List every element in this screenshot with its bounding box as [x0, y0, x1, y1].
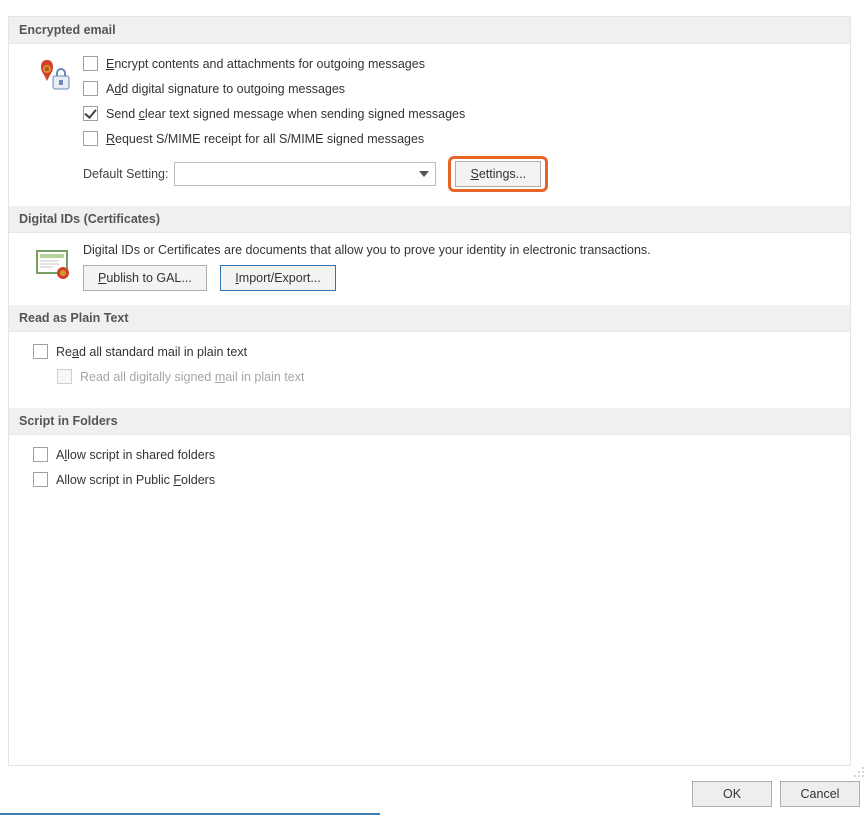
ok-button[interactable]: OK — [692, 781, 772, 807]
import-export-button[interactable]: Import/Export... — [220, 265, 335, 291]
default-setting-combo[interactable] — [174, 162, 436, 186]
checkbox-read-plain[interactable]: Read all standard mail in plain text — [33, 344, 836, 359]
checkbox-read-signed-plain: Read all digitally signed mail in plain … — [57, 369, 836, 384]
checkbox-script-public-input[interactable] — [33, 472, 48, 487]
checkbox-add-signature-input[interactable] — [83, 81, 98, 96]
settings-button[interactable]: Settings... — [455, 161, 541, 187]
cb-encrypt-text: ncrypt contents and attachments for outg… — [114, 57, 425, 71]
checkbox-read-plain-input[interactable] — [33, 344, 48, 359]
checkbox-script-shared-input[interactable] — [33, 447, 48, 462]
resize-grip-icon — [852, 765, 866, 779]
dialog-footer: OK Cancel — [692, 781, 860, 807]
digitalids-description: Digital IDs or Certificates are document… — [83, 243, 836, 257]
checkbox-encrypt-contents-input[interactable] — [83, 56, 98, 71]
section-header-plaintext: Read as Plain Text — [9, 305, 850, 332]
publish-to-gal-button[interactable]: Publish to GAL... — [83, 265, 207, 291]
ribbon-lock-icon — [23, 54, 83, 96]
checkbox-encrypt-contents[interactable]: Encrypt contents and attachments for out… — [83, 56, 836, 71]
default-setting-label: Default Setting: — [83, 167, 168, 181]
section-header-digitalids: Digital IDs (Certificates) — [9, 206, 850, 233]
section-header-script: Script in Folders — [9, 408, 850, 435]
checkbox-clear-text[interactable]: Send clear text signed message when send… — [83, 106, 836, 121]
checkbox-script-shared[interactable]: Allow script in shared folders — [33, 447, 836, 462]
checkbox-smime-receipt[interactable]: Request S/MIME receipt for all S/MIME si… — [83, 131, 836, 146]
checkbox-read-signed-plain-input — [57, 369, 72, 384]
checkbox-smime-receipt-input[interactable] — [83, 131, 98, 146]
section-header-encrypted: Encrypted email — [9, 17, 850, 44]
certificate-icon — [23, 243, 83, 285]
cancel-button[interactable]: Cancel — [780, 781, 860, 807]
settings-button-highlight: Settings... — [448, 156, 548, 192]
options-panel: Encrypted email Encrypt contents and att… — [8, 16, 851, 766]
checkbox-script-public[interactable]: Allow script in Public Folders — [33, 472, 836, 487]
checkbox-clear-text-input[interactable] — [83, 106, 98, 121]
checkbox-add-signature[interactable]: Add digital signature to outgoing messag… — [83, 81, 836, 96]
